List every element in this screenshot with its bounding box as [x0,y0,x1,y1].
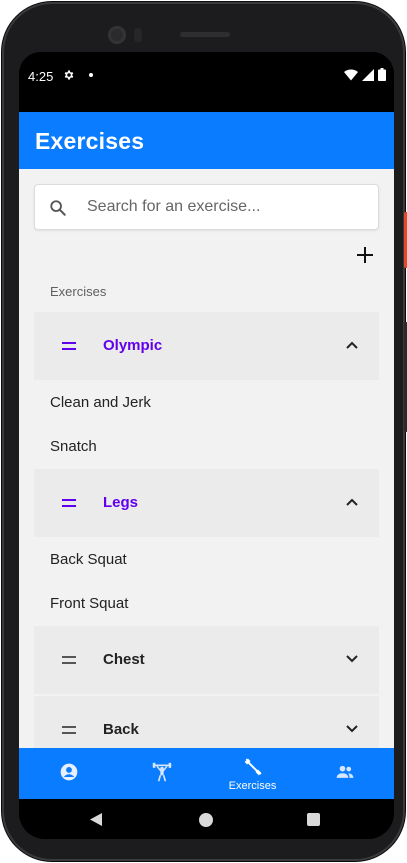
exercise-item[interactable]: Back Squat [19,537,394,581]
status-icons [344,68,386,81]
chevron-down-icon[interactable] [345,724,359,734]
group-title: Olympic [103,337,163,354]
wifi-icon [344,68,358,80]
drag-handle-icon[interactable] [62,499,76,508]
nav-item-exercises[interactable]: Exercises [206,748,299,799]
earpiece-speaker [180,32,230,37]
add-exercise-button[interactable] [354,244,376,266]
phone-frame: 4:25 Exercises Search for an exercise...… [2,2,407,861]
front-camera [108,26,126,44]
exercise-label: Back Squat [50,551,127,568]
nav-item-workouts[interactable] [115,748,208,799]
cell-signal-icon [362,68,374,81]
screen: 4:25 Exercises Search for an exercise...… [19,52,394,839]
section-label: Exercises [50,284,107,299]
status-time: 4:25 [28,69,54,84]
nav-label: Exercises [228,780,277,792]
drag-handle-icon[interactable] [62,342,76,351]
group-title: Chest [103,651,145,668]
dumbbell-icon [244,758,262,776]
chevron-down-icon[interactable] [345,654,359,664]
nav-item-profile[interactable] [22,748,115,799]
exercise-label: Front Squat [50,595,129,612]
settings-icon [64,70,74,80]
drag-handle-icon[interactable] [62,726,76,735]
back-icon[interactable] [89,812,103,827]
recents-icon[interactable] [307,813,320,826]
front-sensor [134,28,142,42]
group-title: Legs [103,494,139,511]
group-header-back[interactable]: Back [34,696,379,748]
exercise-list-screen[interactable]: Exercises Olympic Clean and Jerk Snatch [19,169,394,748]
group-header-chest[interactable]: Chest [34,626,379,694]
exercise-label: Snatch [50,438,97,455]
drag-handle-icon[interactable] [62,656,76,665]
account-circle-icon [60,763,77,781]
exercise-item[interactable]: Clean and Jerk [19,380,394,424]
notification-dot [89,73,93,77]
search-bar[interactable] [34,184,379,230]
system-navigation [19,799,394,839]
search-icon [50,200,66,216]
people-icon [336,765,353,778]
app-bar: Exercises [19,112,394,169]
nav-item-community[interactable] [298,748,391,799]
group-header-legs[interactable]: Legs [34,469,379,537]
exercise-label: Clean and Jerk [50,394,151,411]
group-header-olympic[interactable]: Olympic [34,312,379,380]
status-bar: 4:25 [19,52,394,112]
chevron-up-icon[interactable] [345,497,359,507]
search-input[interactable] [87,185,372,229]
exercise-item[interactable]: Snatch [19,424,394,468]
home-icon[interactable] [199,813,213,827]
group-title: Back [103,721,139,738]
page-title: Exercises [35,128,145,154]
weightlifter-icon [152,762,171,782]
bottom-navigation: Exercises [19,748,394,799]
chevron-up-icon[interactable] [345,340,359,350]
battery-icon [378,68,386,81]
exercise-item[interactable]: Front Squat [19,581,394,625]
